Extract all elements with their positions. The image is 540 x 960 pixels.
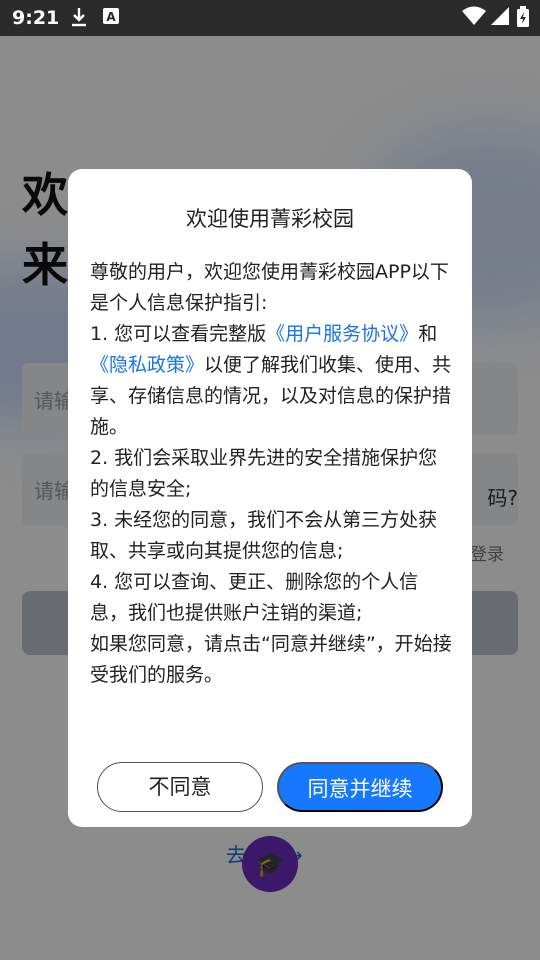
agree-continue-button[interactable]: 同意并继续 xyxy=(277,762,443,812)
disagree-button[interactable]: 不同意 xyxy=(97,762,263,812)
item-3: 3. 未经您的同意，我们不会从第三方处获取、共享或向其提供您的信息; xyxy=(90,509,438,562)
status-bar: 9:21 A xyxy=(0,0,540,36)
greeting-text: 尊敬的用户，欢迎您使用菁彩校园APP以下是个人信息保护指引: xyxy=(90,261,449,314)
privacy-policy-link[interactable]: 《隐私政策》 xyxy=(90,354,204,376)
wifi-icon xyxy=(462,6,486,31)
svg-text:A: A xyxy=(106,10,116,24)
user-agreement-link[interactable]: 《用户服务协议》 xyxy=(266,323,418,345)
battery-icon xyxy=(516,6,530,33)
privacy-dialog: 欢迎使用菁彩校园 尊敬的用户，欢迎您使用菁彩校园APP以下是个人信息保护指引: … xyxy=(68,169,472,827)
text-notification-icon: A xyxy=(102,6,120,31)
signal-icon xyxy=(490,6,510,31)
dialog-body: 尊敬的用户，欢迎您使用菁彩校园APP以下是个人信息保护指引: 1. 您可以查看完… xyxy=(90,257,452,691)
item1-prefix: 1. 您可以查看完整版 xyxy=(90,323,267,345)
item-1: 1. 您可以查看完整版《用户服务协议》和《隐私政策》以便了解我们收集、使用、共享… xyxy=(90,319,452,443)
item-4: 4. 您可以查询、更正、删除您的个人信息，我们也提供账户注销的渠道; xyxy=(90,571,419,624)
download-icon xyxy=(70,6,88,33)
closing-text: 如果您同意，请点击“同意并继续”，开始接受我们的服务。 xyxy=(90,633,452,686)
item-2: 2. 我们会采取业界先进的安全措施保护您的信息安全; xyxy=(90,447,438,500)
dialog-title: 欢迎使用菁彩校园 xyxy=(186,207,354,231)
status-time: 9:21 xyxy=(12,7,60,29)
item1-and: 和 xyxy=(418,323,438,345)
